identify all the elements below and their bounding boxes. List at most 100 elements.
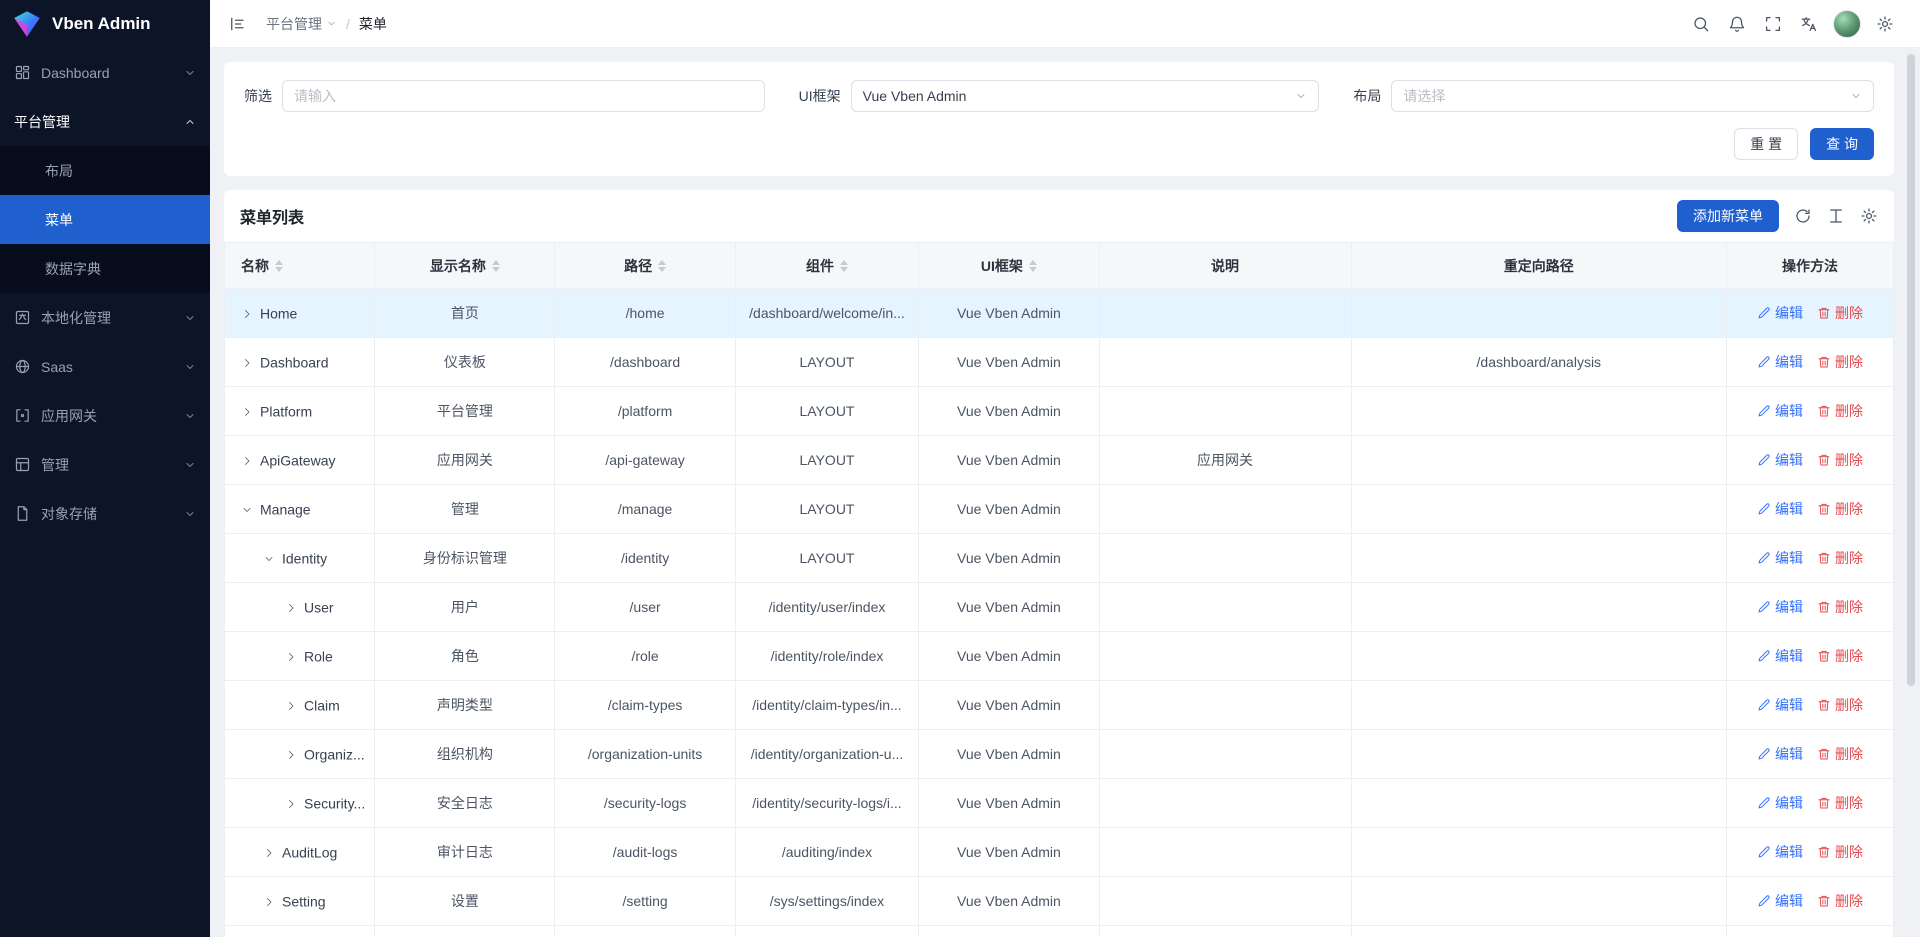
sort-icon (840, 260, 848, 272)
delete-link[interactable]: 删除 (1817, 548, 1863, 568)
refresh-icon[interactable] (1794, 207, 1812, 225)
edit-link[interactable]: 编辑 (1757, 842, 1803, 862)
chevron-down-icon[interactable] (263, 553, 275, 565)
delete-link[interactable]: 删除 (1817, 842, 1863, 862)
chevron-right-icon[interactable] (285, 749, 297, 761)
sidebar-subitem-dict[interactable]: 数据字典 (0, 244, 210, 293)
edit-link[interactable]: 编辑 (1757, 499, 1803, 519)
chevron-down-icon[interactable] (241, 504, 253, 516)
sidebar-item-label: Dashboard (41, 65, 174, 81)
edit-link[interactable]: 编辑 (1757, 303, 1803, 323)
translate-icon[interactable] (1794, 9, 1824, 39)
cell-framework: Vue Vben Admin (919, 485, 1099, 534)
edit-link[interactable]: 编辑 (1757, 401, 1803, 421)
sidebar-item-label: 对象存储 (41, 504, 174, 524)
fullscreen-icon[interactable] (1758, 9, 1788, 39)
cell-framework: Vue Vben Admin (919, 779, 1099, 828)
search-button[interactable]: 查 询 (1810, 128, 1874, 160)
chevron-down-icon (326, 18, 337, 29)
cell-component: /sys/settings/index (735, 877, 919, 926)
sidebar-item-saas[interactable]: Saas (0, 342, 210, 391)
delete-link[interactable]: 删除 (1817, 695, 1863, 715)
chevron-right-icon[interactable] (263, 896, 275, 908)
edit-link[interactable]: 编辑 (1757, 891, 1803, 911)
edit-link[interactable]: 编辑 (1757, 695, 1803, 715)
avatar[interactable] (1833, 10, 1861, 38)
row-name-text: Claim (304, 698, 340, 714)
sidebar-subitem-menu[interactable]: 菜单 (0, 195, 210, 244)
delete-link[interactable]: 删除 (1817, 597, 1863, 617)
filter-keyword-input[interactable] (282, 80, 765, 112)
sort-icon (275, 260, 283, 272)
chevron-right-icon[interactable] (241, 406, 253, 418)
edit-link[interactable]: 编辑 (1757, 450, 1803, 470)
breadcrumb-parent[interactable]: 平台管理 (266, 14, 337, 34)
column-header-name[interactable]: 名称 (225, 243, 375, 289)
add-menu-button[interactable]: 添加新菜单 (1677, 200, 1779, 232)
bell-icon[interactable] (1722, 9, 1752, 39)
chevron-right-icon[interactable] (285, 700, 297, 712)
menu-fold-icon[interactable] (222, 9, 252, 39)
sidebar-item-storage[interactable]: 对象存储 (0, 489, 210, 538)
menu-table: 名称显示名称路径组件UI框架说明重定向路径操作方法 Home首页/home/da… (224, 242, 1894, 937)
delete-link[interactable]: 删除 (1817, 352, 1863, 372)
cell-redirect (1351, 387, 1727, 436)
delete-link[interactable]: 删除 (1817, 793, 1863, 813)
cell-name: Dashboard (225, 338, 375, 387)
sidebar-item-manage[interactable]: 管理 (0, 440, 210, 489)
chevron-right-icon[interactable] (263, 847, 275, 859)
app-root: Vben Admin Dashboard平台管理布局菜单数据字典本地化管理Saa… (0, 0, 1920, 937)
edit-link[interactable]: 编辑 (1757, 744, 1803, 764)
edit-icon (1757, 747, 1771, 761)
table-settings-icon[interactable] (1860, 207, 1878, 225)
column-header-framework[interactable]: UI框架 (919, 243, 1099, 289)
sidebar-subitem-layout[interactable]: 布局 (0, 146, 210, 195)
sidebar: Vben Admin Dashboard 平台管理布局菜单数据字典本地化管理 Saa… (0, 0, 210, 937)
app-logo[interactable]: Vben Admin (0, 0, 210, 48)
layout-select[interactable]: 请选择 (1391, 80, 1874, 112)
delete-link[interactable]: 删除 (1817, 303, 1863, 323)
search-icon[interactable] (1686, 9, 1716, 39)
cell-redirect (1351, 730, 1727, 779)
chevron-right-icon[interactable] (241, 455, 253, 467)
column-header-actions: 操作方法 (1727, 243, 1894, 289)
framework-select[interactable]: Vue Vben Admin (851, 80, 1320, 112)
sidebar-item-platform[interactable]: 平台管理 (0, 97, 210, 146)
chevron-right-icon[interactable] (241, 308, 253, 320)
edit-link[interactable]: 编辑 (1757, 352, 1803, 372)
sidebar-item-dashboard[interactable]: Dashboard (0, 48, 210, 97)
cell-description: 应用网关 (1099, 436, 1351, 485)
edit-link[interactable]: 编辑 (1757, 646, 1803, 666)
sidebar-item-gateway[interactable]: 应用网关 (0, 391, 210, 440)
reset-button[interactable]: 重 置 (1734, 128, 1798, 160)
sidebar-menu: Dashboard 平台管理布局菜单数据字典本地化管理 Saas应用网关管理对象存储 (0, 48, 210, 538)
chevron-down-icon (184, 67, 196, 79)
delete-link[interactable]: 删除 (1817, 744, 1863, 764)
chevron-right-icon[interactable] (285, 651, 297, 663)
vertical-scrollbar[interactable] (1906, 52, 1916, 937)
delete-link[interactable]: 删除 (1817, 401, 1863, 421)
delete-link[interactable]: 删除 (1817, 646, 1863, 666)
edit-link[interactable]: 编辑 (1757, 597, 1803, 617)
row-height-icon[interactable] (1827, 207, 1845, 225)
settings-gear-icon[interactable] (1870, 9, 1900, 39)
scrollbar-thumb[interactable] (1907, 54, 1915, 686)
column-label: 显示名称 (430, 256, 486, 276)
edit-link[interactable]: 编辑 (1757, 548, 1803, 568)
manage-icon (14, 456, 31, 473)
edit-link[interactable]: 编辑 (1757, 793, 1803, 813)
chevron-right-icon[interactable] (285, 602, 297, 614)
column-header-component[interactable]: 组件 (735, 243, 919, 289)
chevron-right-icon[interactable] (285, 798, 297, 810)
column-header-display[interactable]: 显示名称 (375, 243, 555, 289)
sidebar-item-label: 本地化管理 (41, 308, 174, 328)
menu-list-card: 菜单列表 添加新菜单 名称显示名称路径组件UI框架说明重定向路径操作方法 Hom… (224, 190, 1894, 937)
chevron-right-icon[interactable] (241, 357, 253, 369)
cell-path: /claim-types (555, 681, 735, 730)
sidebar-item-localization[interactable]: 本地化管理 (0, 293, 210, 342)
delete-link[interactable]: 删除 (1817, 891, 1863, 911)
column-header-path[interactable]: 路径 (555, 243, 735, 289)
cell-display: 声明类型 (375, 681, 555, 730)
delete-link[interactable]: 删除 (1817, 499, 1863, 519)
delete-link[interactable]: 删除 (1817, 450, 1863, 470)
